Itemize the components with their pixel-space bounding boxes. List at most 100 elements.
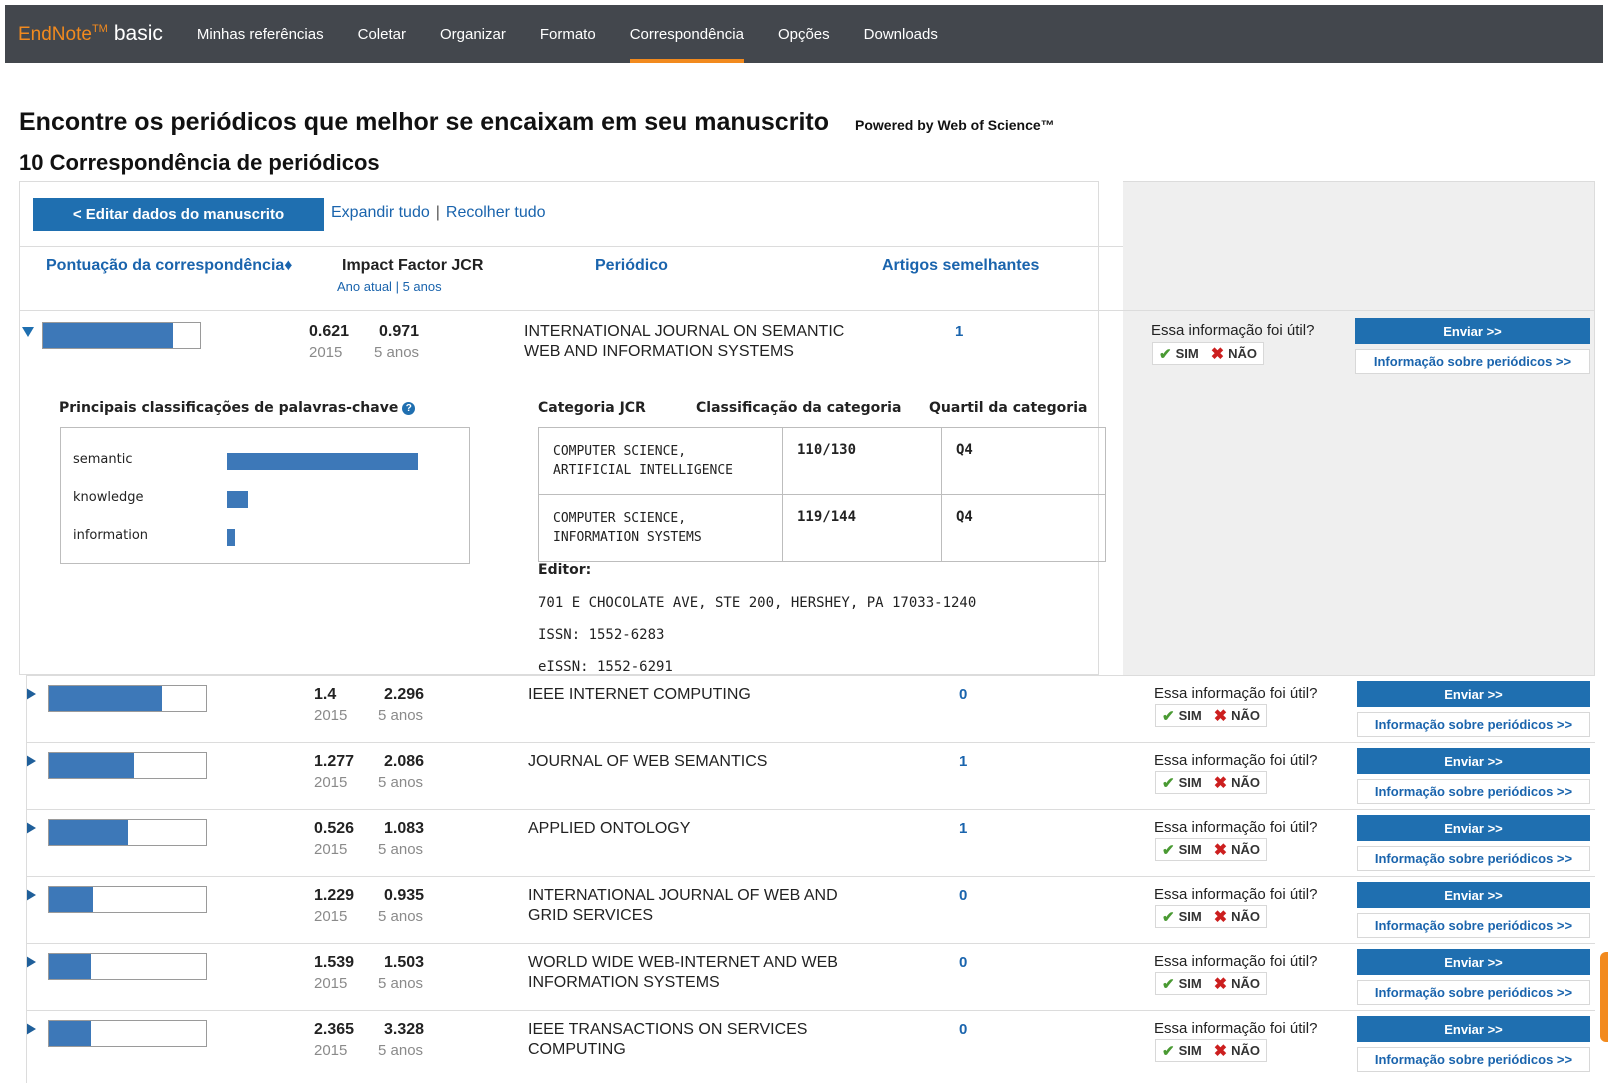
similar-articles-count[interactable]: 1: [959, 753, 967, 770]
send-button[interactable]: Enviar >>: [1357, 1016, 1590, 1042]
similar-articles-count[interactable]: 0: [959, 686, 967, 703]
expand-row-icon[interactable]: [26, 755, 36, 767]
feedback-yes-label: SIM: [1178, 775, 1202, 790]
impact-5y-value: 0.971: [379, 323, 420, 340]
match-score-fill: [49, 686, 163, 711]
category-quartile: Q4: [941, 494, 1106, 562]
feedback-no-button[interactable]: ✖ NÃO: [1211, 344, 1257, 364]
category-line: COMPUTER SCIENCE,: [553, 511, 687, 526]
journal-name-line: INFORMATION SYSTEMS: [528, 974, 720, 991]
match-score-fill: [49, 820, 128, 845]
page-title-text: Encontre os periódicos que melhor se enc…: [19, 108, 829, 136]
impact-current-year-link[interactable]: Ano atual: [337, 279, 392, 294]
similar-articles-count[interactable]: 0: [959, 887, 967, 904]
help-icon[interactable]: ?: [402, 401, 416, 415]
top-nav-bar: EndNote TM basic Minhas referências Cole…: [5, 5, 1603, 63]
expand-row-icon[interactable]: [26, 956, 36, 968]
expand-row-icon[interactable]: [26, 889, 36, 901]
feedback-yes-label: SIM: [1178, 1043, 1202, 1058]
nav-item-opcoes[interactable]: Opções: [778, 5, 830, 63]
expand-all-link[interactable]: Expandir tudo: [331, 204, 430, 221]
feedback-yes-button[interactable]: ✔ SIM: [1159, 345, 1199, 363]
close-icon: ✖: [1210, 345, 1225, 363]
check-icon: ✔: [1162, 774, 1175, 792]
impact-5y-label: 5 anos: [378, 774, 424, 791]
nav-item-formato[interactable]: Formato: [540, 5, 596, 63]
feedback-yes-button[interactable]: ✔ SIM: [1162, 908, 1202, 926]
journal-info-link[interactable]: Informação sobre periódicos >>: [1357, 779, 1590, 804]
match-score-bar: [48, 1020, 207, 1047]
close-icon: ✖: [1213, 1042, 1228, 1060]
send-button[interactable]: Enviar >>: [1357, 815, 1590, 841]
brand-name: EndNote: [18, 24, 92, 45]
impact-current-value: 0.621: [309, 323, 350, 340]
feedback-yes-button[interactable]: ✔ SIM: [1162, 975, 1202, 993]
expand-row-icon[interactable]: [26, 1023, 36, 1035]
divider: [26, 675, 27, 1083]
feedback-no-button[interactable]: ✖ NÃO: [1214, 706, 1260, 726]
journal-info-link[interactable]: Informação sobre periódicos >>: [1357, 913, 1590, 938]
send-button[interactable]: Enviar >>: [1357, 681, 1590, 707]
keyword-label: information: [73, 528, 149, 543]
impact-5y-label: 5 anos: [374, 344, 420, 361]
expand-row-icon[interactable]: [26, 688, 36, 700]
journal-info-link[interactable]: Informação sobre periódicos >>: [1357, 1047, 1590, 1072]
column-similar-articles[interactable]: Artigos semelhantes: [882, 257, 1039, 275]
similar-articles-count[interactable]: 0: [959, 954, 967, 971]
category-rank-header: Classificação da categoria: [696, 400, 902, 416]
nav-item-coletar[interactable]: Coletar: [358, 5, 406, 63]
nav-item-downloads[interactable]: Downloads: [864, 5, 938, 63]
feedback-yes-button[interactable]: ✔ SIM: [1162, 774, 1202, 792]
journal-name-line: INTERNATIONAL JOURNAL OF WEB AND: [528, 887, 838, 904]
expand-row-icon[interactable]: [26, 822, 36, 834]
close-icon: ✖: [1213, 975, 1228, 993]
feedback-yes-button[interactable]: ✔ SIM: [1162, 1042, 1202, 1060]
feedback-buttons: ✔ SIM ✖ NÃO: [1155, 704, 1267, 727]
send-button[interactable]: Enviar >>: [1357, 882, 1590, 908]
impact-5y-link[interactable]: 5 anos: [403, 279, 442, 294]
collapse-all-link[interactable]: Recolher tudo: [446, 204, 546, 221]
feedback-side-tab[interactable]: [1600, 952, 1608, 1042]
similar-articles-count[interactable]: 1: [959, 820, 967, 837]
nav-item-minhas-referencias[interactable]: Minhas referências: [197, 5, 324, 63]
journal-info-link[interactable]: Informação sobre periódicos >>: [1357, 980, 1590, 1005]
divider: [19, 246, 1123, 247]
similar-articles-count[interactable]: 1: [955, 323, 963, 340]
feedback-no-button[interactable]: ✖ NÃO: [1214, 773, 1260, 793]
check-icon: ✔: [1162, 908, 1175, 926]
similar-articles-count[interactable]: 0: [959, 1021, 967, 1038]
close-icon: ✖: [1213, 707, 1228, 725]
send-button[interactable]: Enviar >>: [1355, 318, 1590, 344]
feedback-no-button[interactable]: ✖ NÃO: [1214, 840, 1260, 860]
feedback-no-button[interactable]: ✖ NÃO: [1214, 907, 1260, 927]
column-match-score[interactable]: Pontuação da correspondência♦: [46, 257, 292, 275]
feedback-no-button[interactable]: ✖ NÃO: [1214, 1041, 1260, 1061]
column-journal[interactable]: Periódico: [595, 257, 668, 275]
feedback-no-label: NÃO: [1228, 346, 1257, 361]
journal-info-link[interactable]: Informação sobre periódicos >>: [1355, 349, 1590, 374]
journal-info-link[interactable]: Informação sobre periódicos >>: [1357, 846, 1590, 871]
send-button[interactable]: Enviar >>: [1357, 949, 1590, 975]
edit-manuscript-button[interactable]: < Editar dados do manuscrito: [33, 198, 324, 231]
send-button[interactable]: Enviar >>: [1357, 748, 1590, 774]
feedback-yes-label: SIM: [1178, 909, 1202, 924]
feedback-yes-button[interactable]: ✔ SIM: [1162, 707, 1202, 725]
nav-item-correspondencia[interactable]: Correspondência: [629, 5, 745, 63]
endnote-logo[interactable]: EndNote TM basic: [18, 22, 163, 46]
table-row: COMPUTER SCIENCE, ARTIFICIAL INTELLIGENCE…: [538, 427, 1106, 495]
impact-current-value: 0.526: [314, 820, 355, 837]
feedback-yes-button[interactable]: ✔ SIM: [1162, 841, 1202, 859]
category-table: COMPUTER SCIENCE, ARTIFICIAL INTELLIGENCE…: [538, 427, 1106, 562]
feedback-no-button[interactable]: ✖ NÃO: [1214, 974, 1260, 994]
journal-name-line: JOURNAL OF WEB SEMANTICS: [528, 753, 768, 770]
impact-current-value: 2.365: [314, 1021, 355, 1038]
impact-current-value: 1.539: [314, 954, 355, 971]
journal-info-link[interactable]: Informação sobre periódicos >>: [1357, 712, 1590, 737]
match-score-fill: [49, 887, 93, 912]
collapse-row-icon[interactable]: [22, 327, 34, 337]
category-rank: 110/130: [782, 427, 942, 495]
nav-item-organizar[interactable]: Organizar: [440, 5, 506, 63]
match-score-bar: [48, 752, 207, 779]
journal-name-line: APPLIED ONTOLOGY: [528, 820, 691, 837]
journal-name-line: INTERNATIONAL JOURNAL ON SEMANTIC: [524, 323, 845, 340]
